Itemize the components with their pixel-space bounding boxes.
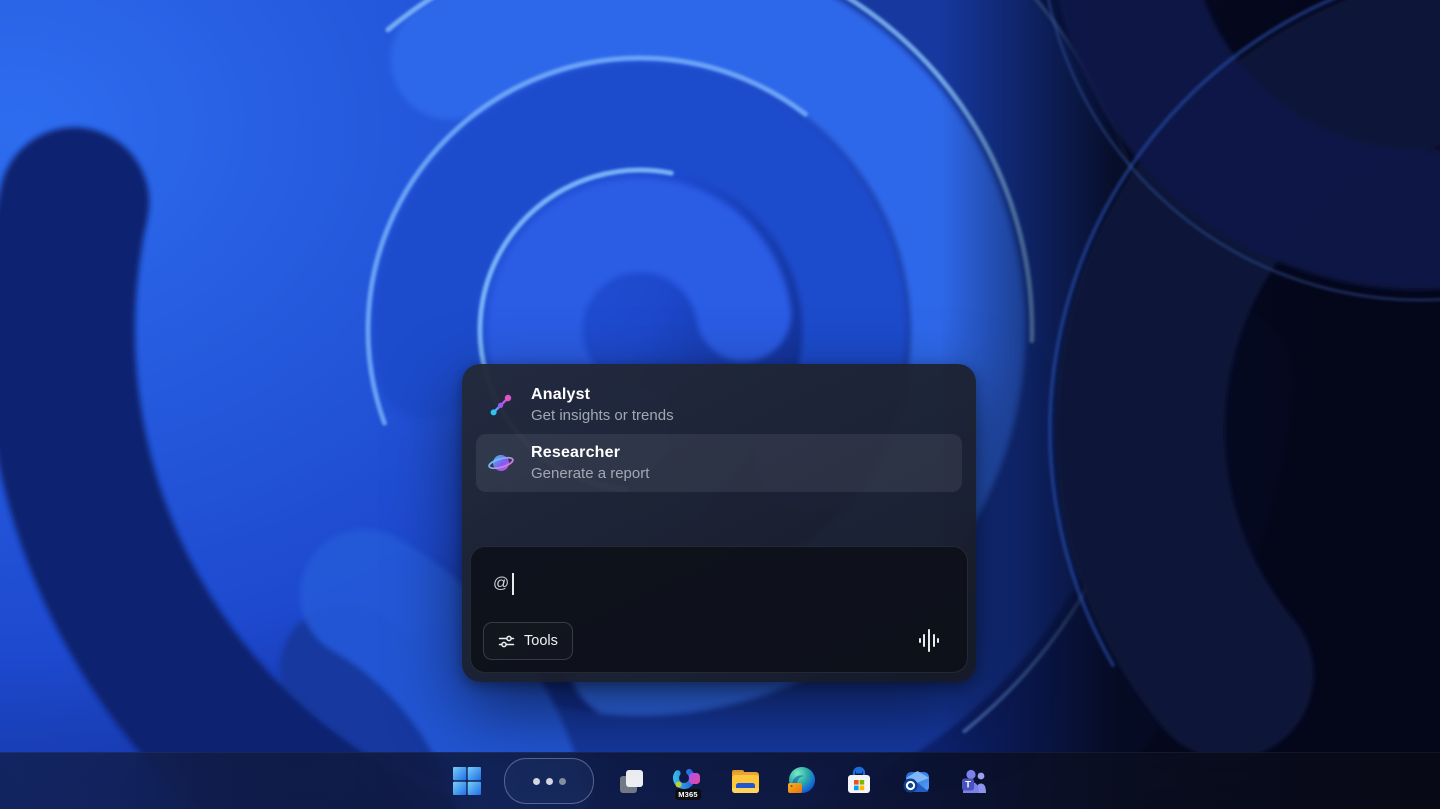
typing-dot	[546, 778, 553, 785]
voice-input-button[interactable]	[913, 624, 945, 656]
copilot-prompt-popup: Analyst Get insights or trends Researche…	[462, 364, 976, 682]
trend-scatter-icon	[488, 392, 514, 418]
prompt-input[interactable]: @ Tools	[470, 546, 968, 673]
svg-text:T: T	[965, 780, 971, 791]
suggestion-subtitle: Get insights or trends	[531, 407, 674, 424]
typed-text: @	[493, 575, 509, 593]
suggestion-researcher[interactable]: Researcher Generate a report	[476, 434, 962, 492]
voice-waveform-icon	[919, 629, 940, 652]
copilot-search-pill[interactable]	[504, 758, 594, 804]
windows-logo-icon	[452, 766, 482, 796]
teams-button[interactable]: T	[953, 761, 993, 801]
outlook-icon	[901, 766, 932, 796]
text-caret	[512, 573, 514, 595]
taskbar: M365	[0, 752, 1440, 809]
outlook-button[interactable]	[896, 761, 936, 801]
typing-dot	[559, 778, 566, 785]
prompt-text-line: @	[493, 573, 514, 595]
teams-icon: T	[958, 766, 989, 796]
file-explorer-button[interactable]	[725, 761, 765, 801]
m365-copilot-button[interactable]: M365	[668, 761, 708, 801]
planet-icon	[488, 450, 514, 476]
tools-label: Tools	[524, 633, 558, 649]
typing-dot	[533, 778, 540, 785]
m365-badge: M365	[675, 789, 701, 800]
start-button[interactable]	[447, 761, 487, 801]
edge-browser-icon	[787, 766, 817, 796]
task-view-button[interactable]	[611, 761, 651, 801]
task-view-icon	[617, 767, 646, 796]
folder-icon	[730, 766, 761, 796]
tools-button[interactable]: Tools	[483, 622, 573, 660]
suggestion-analyst[interactable]: Analyst Get insights or trends	[476, 376, 962, 434]
store-button[interactable]	[839, 761, 879, 801]
suggestion-title: Analyst	[531, 386, 674, 404]
suggestion-subtitle: Generate a report	[531, 465, 649, 482]
edge-button[interactable]	[782, 761, 822, 801]
store-bag-icon	[844, 766, 874, 796]
suggestion-title: Researcher	[531, 444, 649, 462]
sliders-icon	[498, 633, 515, 650]
